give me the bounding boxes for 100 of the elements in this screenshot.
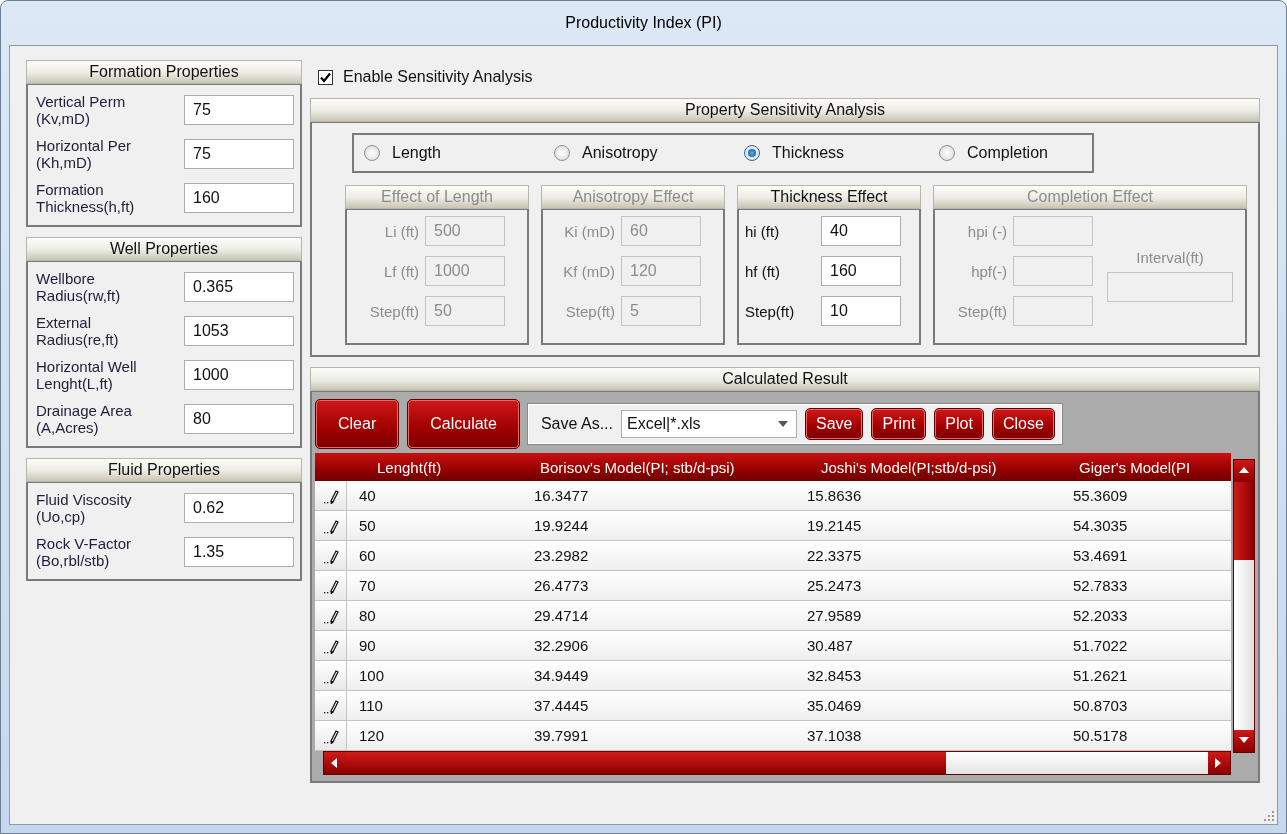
input-field[interactable]: 1053	[184, 316, 294, 346]
input-field: 5	[621, 296, 701, 326]
field-label: hf (ft)	[745, 262, 781, 280]
horizontal-scrollbar[interactable]	[323, 751, 1231, 775]
table-cell: 50.8703	[1067, 691, 1231, 721]
row-header[interactable]	[315, 631, 347, 661]
radio-option[interactable]: Completion	[939, 144, 1048, 162]
table-cell: 26.4773	[522, 571, 807, 601]
table-cell: 22.3375	[807, 541, 1067, 571]
scroll-thumb[interactable]	[346, 752, 946, 774]
scroll-left-button[interactable]	[324, 752, 346, 774]
input-field: 1000	[425, 256, 505, 286]
checkbox-label[interactable]: Enable Sensitivity Analysis	[343, 68, 533, 86]
table-cell: 54.3035	[1067, 511, 1231, 541]
radio-option[interactable]: Length	[364, 144, 441, 162]
table-cell: 40	[347, 481, 522, 511]
format-dropdown[interactable]: Excel|*.xls	[621, 410, 797, 438]
input-field: 120	[621, 256, 701, 286]
action-button[interactable]: Clear	[315, 399, 400, 449]
caret-icon	[778, 421, 788, 427]
field-label: Step(ft)	[745, 302, 796, 320]
table-cell: 39.7991	[522, 721, 807, 751]
table-cell: 52.7833	[1067, 571, 1231, 601]
table-cell: 70	[347, 571, 522, 601]
table-cell: 23.2982	[522, 541, 807, 571]
radio-indicator[interactable]	[939, 145, 955, 161]
group-header: Fluid Properties	[26, 458, 302, 482]
field-label: Step(ft)	[564, 302, 615, 320]
field-label: hi (ft)	[745, 222, 781, 240]
resize-grip-icon[interactable]	[1262, 809, 1274, 821]
action-button[interactable]: Close	[991, 408, 1055, 440]
field-label: Step(ft)	[368, 302, 419, 320]
group-header: Completion Effect	[933, 185, 1247, 209]
table-cell: 19.2145	[807, 511, 1067, 541]
input-field[interactable]: 160	[821, 256, 901, 286]
input-field[interactable]: 0.365	[184, 272, 294, 302]
table-cell: 37.4445	[522, 691, 807, 721]
group-header: Well Properties	[26, 237, 302, 261]
column-header[interactable]: Joshi's Model(PI;stb/d-psi)	[807, 453, 1067, 481]
row-header[interactable]	[315, 571, 347, 601]
input-field[interactable]: 1000	[184, 360, 294, 390]
row-header[interactable]	[315, 721, 347, 751]
column-header[interactable]: Giger's Model(PI	[1067, 453, 1231, 481]
table-cell: 120	[347, 721, 522, 751]
scroll-right-button[interactable]	[1208, 752, 1230, 774]
window-title: Productivity Index (PI)	[565, 14, 722, 32]
input-field[interactable]: 160	[184, 183, 294, 213]
radio-indicator[interactable]	[364, 145, 380, 161]
field-label: Lf (ft)	[383, 262, 419, 280]
group-header: Property Sensitivity Analysis	[310, 98, 1260, 122]
input-field[interactable]: 1.35	[184, 537, 294, 567]
field-label: Drainage Area (A,Acres)	[36, 402, 132, 436]
table-cell: 80	[347, 601, 522, 631]
table-cell: 25.2473	[807, 571, 1067, 601]
radio-indicator[interactable]	[554, 145, 570, 161]
scroll-up-button[interactable]	[1234, 460, 1254, 482]
column-header[interactable]: Lenght(ft)	[347, 453, 522, 481]
row-header[interactable]	[315, 541, 347, 571]
table-cell: 50.5178	[1067, 721, 1231, 751]
radio-option[interactable]: Thickness	[744, 144, 845, 162]
radio-option[interactable]: Anisotropy	[554, 144, 658, 162]
table-cell: 51.2621	[1067, 661, 1231, 691]
scroll-down-button[interactable]	[1234, 730, 1254, 752]
input-field[interactable]: 0.62	[184, 493, 294, 523]
input-field: 60	[621, 216, 701, 246]
group-header: Thickness Effect	[737, 185, 921, 209]
row-header[interactable]	[315, 601, 347, 631]
table-cell: 29.4714	[522, 601, 807, 631]
table-cell: 19.9244	[522, 511, 807, 541]
field-label: Fluid Viscosity (Uo,cp)	[36, 491, 132, 525]
vertical-scrollbar[interactable]	[1233, 459, 1255, 753]
input-field[interactable]: 40	[821, 216, 901, 246]
table-cell: 30.487	[807, 631, 1067, 661]
field-label: Wellbore Radius(rw,ft)	[36, 270, 121, 304]
group-header: Anisotropy Effect	[541, 185, 725, 209]
row-header[interactable]	[315, 511, 347, 541]
input-field[interactable]: 80	[184, 404, 294, 434]
row-header[interactable]	[315, 481, 347, 511]
action-button[interactable]: Print	[871, 408, 927, 440]
table-cell: 53.4691	[1067, 541, 1231, 571]
scroll-thumb[interactable]	[1234, 482, 1254, 560]
radio-indicator[interactable]	[744, 145, 760, 161]
row-header[interactable]	[315, 661, 347, 691]
field-label: Kf (mD)	[562, 262, 615, 280]
column-header[interactable]: Borisov's Model(PI; stb/d-psi)	[522, 453, 807, 481]
checkbox[interactable]	[318, 69, 333, 85]
action-button[interactable]: Plot	[934, 408, 984, 440]
action-button[interactable]: Calculate	[407, 399, 520, 449]
input-field[interactable]: 10	[821, 296, 901, 326]
table-cell: 16.3477	[522, 481, 807, 511]
table-cell: 15.8636	[807, 481, 1067, 511]
action-button[interactable]: Save	[805, 408, 864, 440]
row-header[interactable]	[315, 691, 347, 721]
field-label: External Radius(re,ft)	[36, 314, 119, 348]
input-field[interactable]: 75	[184, 95, 294, 125]
table-cell: 90	[347, 631, 522, 661]
table-cell: 110	[347, 691, 522, 721]
field-label: Horizontal Per (Kh,mD)	[36, 137, 132, 171]
table-cell: 60	[347, 541, 522, 571]
input-field[interactable]: 75	[184, 139, 294, 169]
